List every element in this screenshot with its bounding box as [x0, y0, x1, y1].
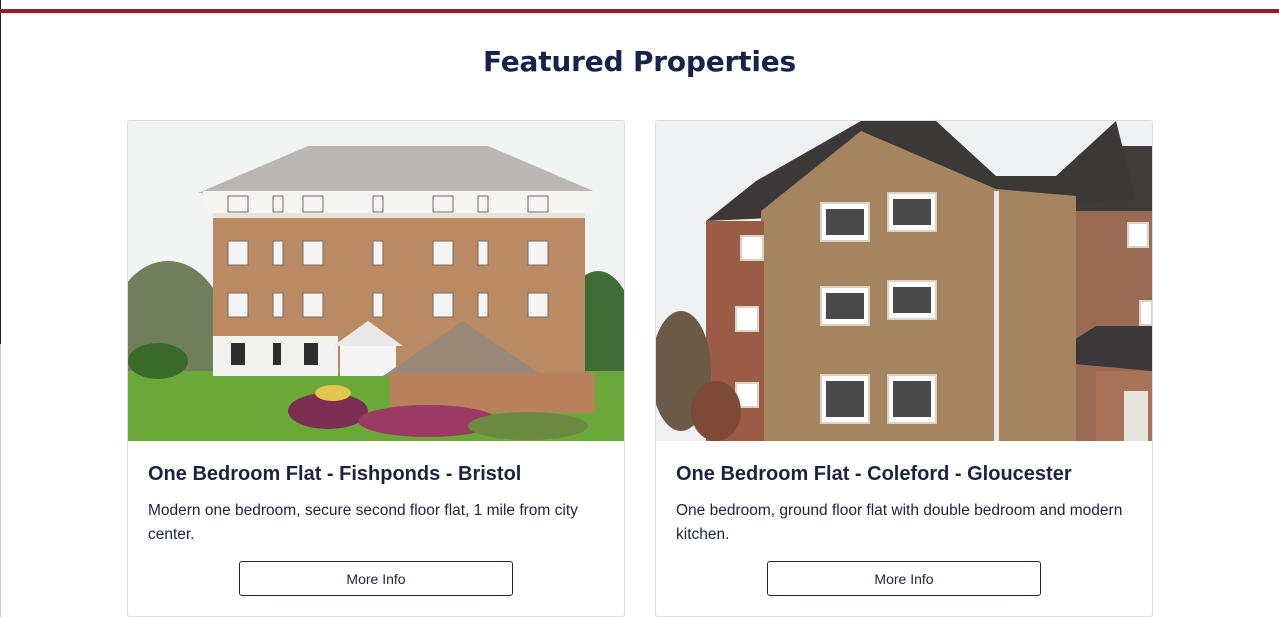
property-photo[interactable] [656, 121, 1152, 441]
property-description: Modern one bedroom, secure second floor … [148, 502, 578, 543]
property-title[interactable]: One Bedroom Flat - Fishponds - Bristol [148, 463, 521, 486]
left-border-line-lower [0, 344, 1, 617]
property-card: One Bedroom Flat - Coleford - Gloucester… [655, 120, 1153, 617]
property-description: One bedroom, ground floor flat with doub… [676, 502, 1123, 543]
more-info-button[interactable]: More Info [239, 561, 513, 596]
property-card: One Bedroom Flat - Fishponds - Bristol M… [127, 120, 625, 617]
top-accent-bar [0, 9, 1279, 13]
property-photo[interactable] [128, 121, 624, 441]
more-info-button[interactable]: More Info [767, 561, 1041, 596]
section-title: Featured Properties [482, 45, 797, 78]
property-title[interactable]: One Bedroom Flat - Coleford - Gloucester [676, 463, 1072, 486]
